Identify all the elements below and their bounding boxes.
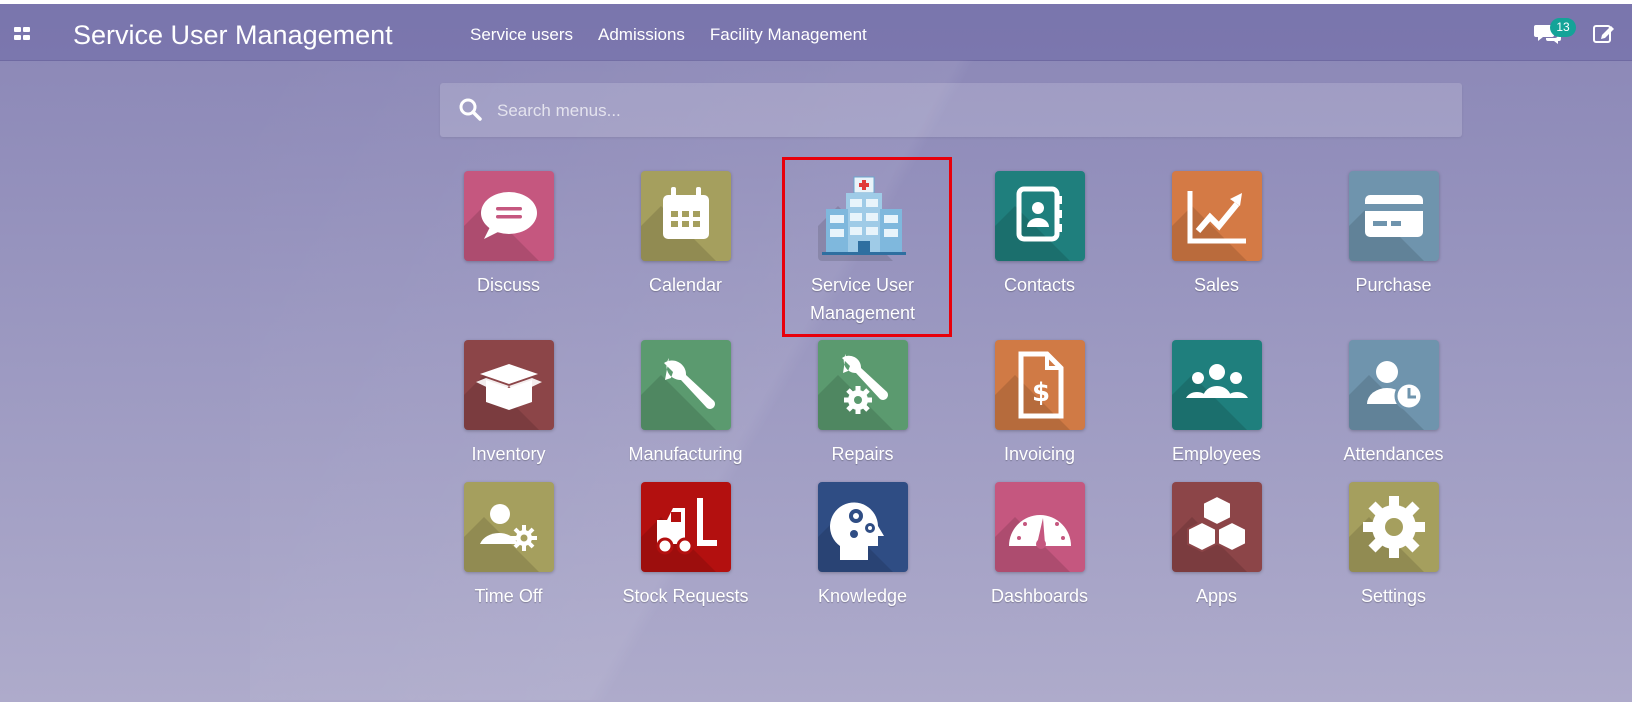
app-label: Inventory [471, 444, 546, 464]
knowledge-tile [817, 482, 908, 572]
apps-tile [1171, 482, 1262, 572]
app-attendances[interactable]: Attendances [1305, 324, 1482, 468]
contacts-tile [994, 171, 1085, 261]
app-label: Dashboards [990, 586, 1089, 606]
sales-tile [1171, 171, 1262, 261]
app-invoicing[interactable]: $ Invoicing [951, 324, 1128, 468]
people-group-icon [1185, 364, 1248, 398]
purchase-tile [1348, 171, 1439, 261]
wrench-gear-icon [841, 354, 888, 414]
app-employees[interactable]: Employees [1128, 324, 1305, 468]
app-label: Purchase [1355, 275, 1432, 295]
settings-tile [1348, 482, 1439, 572]
user-clock-icon [1366, 361, 1423, 411]
app-knowledge[interactable]: Knowledge [774, 466, 951, 610]
open-box-icon [475, 364, 542, 410]
repairs-tile [817, 340, 908, 430]
app-label: Discuss [476, 275, 540, 295]
chart-growth-icon [1187, 191, 1246, 244]
app-dashboards[interactable]: Dashboards [951, 466, 1128, 610]
dashboards-tile [994, 482, 1085, 572]
app-inventory[interactable]: Inventory [420, 324, 597, 468]
app-contacts[interactable]: Contacts [951, 155, 1128, 299]
invoicing-tile: $ [994, 340, 1085, 430]
address-book-icon [1016, 186, 1062, 242]
app-time-off[interactable]: Time Off [420, 466, 597, 610]
app-label: Employees [1171, 444, 1262, 464]
discuss-tile [463, 171, 554, 261]
menu-admissions[interactable]: Admissions [598, 24, 685, 46]
notification-badge: 13 [1550, 18, 1576, 37]
app-label: Invoicing [1003, 444, 1076, 464]
app-label: Knowledge [817, 586, 908, 606]
app-purchase[interactable]: Purchase [1305, 155, 1482, 299]
main-menu: Service users Admissions Facility Manage… [470, 24, 892, 46]
app-label: Settings [1360, 586, 1427, 606]
app-stock-requests[interactable]: Stock Requests [597, 466, 774, 610]
hospital-building-icon [821, 176, 906, 255]
search-input[interactable] [495, 95, 1439, 127]
app-label: Contacts [1003, 275, 1076, 295]
app-repairs[interactable]: Repairs [774, 324, 951, 468]
app-label: Manufacturing [628, 444, 743, 464]
app-label: Stock Requests [622, 586, 749, 606]
app-label: Attendances [1343, 444, 1444, 464]
head-gears-icon [829, 502, 884, 560]
dollar-document-icon: $ [1018, 351, 1063, 419]
app-settings[interactable]: Settings [1305, 466, 1482, 610]
app-manufacturing[interactable]: Manufacturing [597, 324, 774, 468]
gear-icon [1362, 496, 1425, 558]
gauge-icon [1008, 515, 1071, 549]
svg-text:$: $ [1031, 378, 1049, 408]
search-bar [440, 83, 1462, 137]
credit-card-icon [1364, 195, 1423, 237]
cubes-icon [1186, 494, 1247, 553]
edit-icon[interactable] [1592, 21, 1616, 45]
stock-requests-tile [640, 482, 731, 572]
service-user-management-tile [818, 171, 908, 261]
app-apps[interactable]: Apps [1128, 466, 1305, 610]
app-label: Calendar [648, 275, 723, 295]
app-title: Service User Management [73, 20, 393, 50]
menu-facility-management[interactable]: Facility Management [710, 24, 867, 46]
calendar-tile [640, 171, 731, 261]
employees-tile [1171, 340, 1262, 430]
user-gear-icon [479, 504, 537, 551]
wrench-icon [663, 358, 715, 409]
top-navbar: Service User Management Service users Ad… [0, 4, 1632, 61]
app-label: Repairs [831, 444, 894, 464]
chat-bubble-icon [480, 192, 537, 239]
app-label: Apps [1195, 586, 1238, 606]
manufacturing-tile [640, 340, 731, 430]
attendances-tile [1348, 340, 1439, 430]
app-label: Sales [1193, 275, 1240, 295]
search-icon [459, 98, 482, 121]
app-label: Time Off [474, 586, 543, 606]
app-sales[interactable]: Sales [1128, 155, 1305, 299]
inventory-tile [463, 340, 554, 430]
calendar-icon [662, 187, 709, 239]
app-discuss[interactable]: Discuss [420, 155, 597, 299]
time-off-tile [463, 482, 554, 572]
app-calendar[interactable]: Calendar [597, 155, 774, 299]
app-menu-grid-icon[interactable] [14, 27, 32, 41]
menu-service-users[interactable]: Service users [470, 24, 573, 46]
forklift-icon [656, 498, 717, 555]
